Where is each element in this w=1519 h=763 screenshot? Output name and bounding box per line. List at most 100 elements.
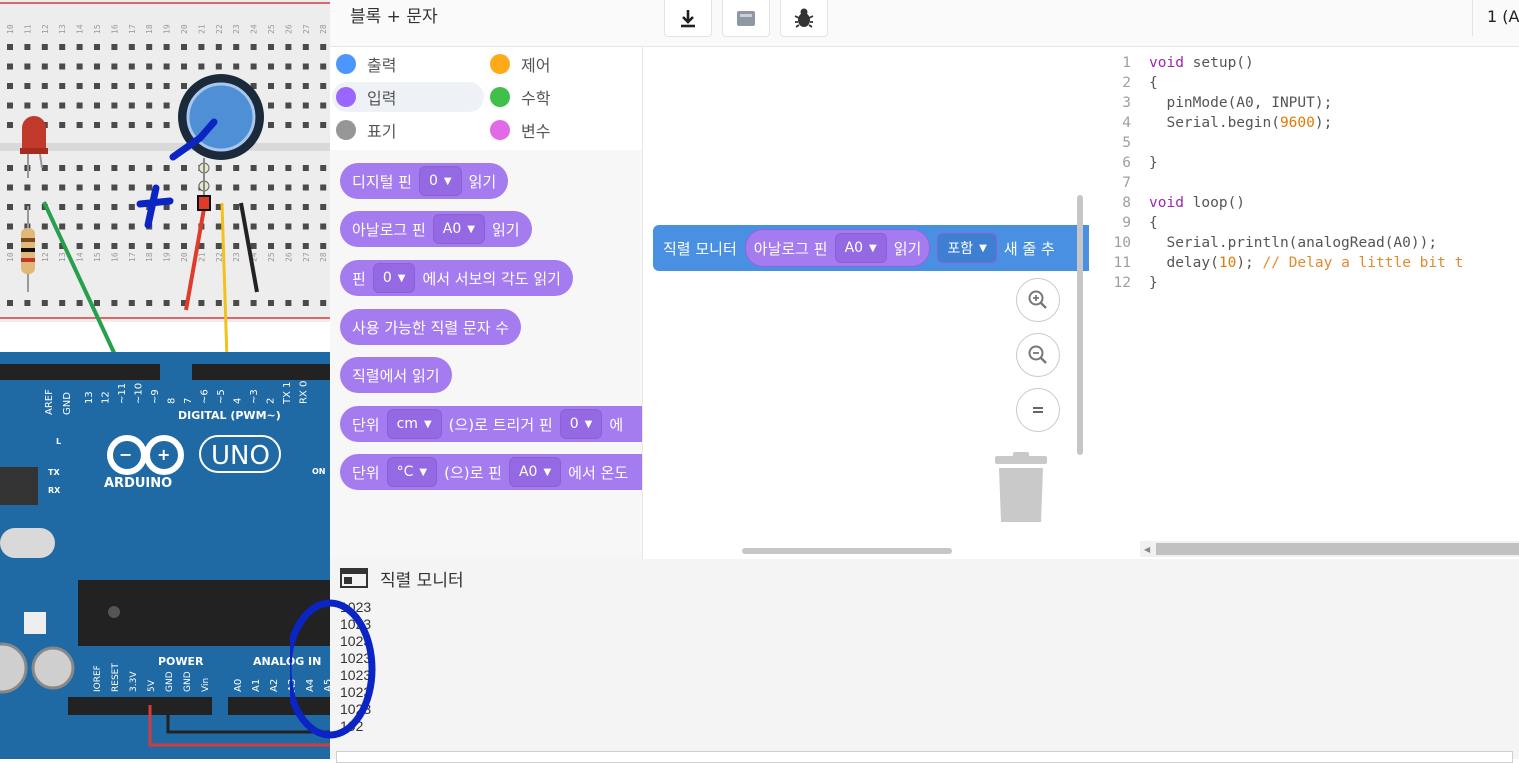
power-pin-label: GND <box>183 671 193 692</box>
breadboard-hole <box>76 102 83 109</box>
circuit-canvas[interactable]: 1011121314151617181920212223242526272829… <box>0 0 330 759</box>
breadboard-hole <box>24 63 31 70</box>
tx-label: TX <box>48 468 60 477</box>
breadboard-hole <box>111 223 118 230</box>
block-ultrasonic-read[interactable]: 단위 cm ▼ (으)로 트리거 핀 0 ▼ 에 <box>340 406 642 442</box>
breadboard-hole <box>285 223 292 230</box>
category-input[interactable]: 입력 <box>332 82 484 112</box>
power-pin-label: Vin <box>201 678 211 692</box>
breadboard-hole <box>163 300 170 306</box>
breadboard-hole <box>24 44 31 50</box>
breadboard-hole <box>320 63 327 70</box>
uno-text: UNO <box>211 441 270 471</box>
workspace-horizontal-scrollbar[interactable] <box>742 548 952 554</box>
workspace-vertical-scrollbar[interactable] <box>1077 195 1083 455</box>
breadboard-column-label: 18 <box>145 24 154 34</box>
breadboard-hole <box>111 102 118 109</box>
breadboard-column-label: 11 <box>23 24 32 34</box>
breadboard-hole <box>7 83 13 89</box>
analog-pin-label: A1 <box>251 679 262 692</box>
temp-pin-dropdown[interactable]: A0 ▼ <box>508 457 562 487</box>
breadboard-hole <box>198 44 205 50</box>
code-line[interactable]: Serial.begin(9600); <box>1149 115 1332 131</box>
code-horizontal-scrollbar[interactable]: ◀ <box>1140 541 1519 557</box>
pin-dropdown[interactable]: 0 ▼ <box>418 166 462 196</box>
block-serial-available[interactable]: 사용 가능한 직렬 문자 수 <box>340 309 522 345</box>
breadboard-hole <box>250 204 257 210</box>
breadboard-hole <box>198 63 205 70</box>
breadboard-hole <box>7 204 13 210</box>
digital-pin-label: ~6 <box>200 389 211 404</box>
category-math[interactable]: 수학 <box>486 82 638 112</box>
caret-down-icon: ▼ <box>443 175 452 187</box>
breadboard-hole <box>320 243 327 249</box>
breadboard-hole <box>302 83 309 89</box>
code-line[interactable]: delay(10); // Delay a little bit t <box>1149 255 1463 271</box>
zoom-in-button[interactable] <box>1016 278 1060 322</box>
breadboard-hole <box>163 83 170 89</box>
breadboard-hole <box>302 63 309 70</box>
notation-dot-icon <box>336 120 356 140</box>
breadboard-hole <box>111 300 118 306</box>
block-workspace[interactable]: 직렬 모니터 아날로그 핀 A0 ▼ 읽기 포함 ▼ 새 줄 추 <box>642 47 1090 559</box>
breadboard-hole <box>181 243 187 249</box>
temp-unit-dropdown[interactable]: °C ▼ <box>386 457 438 487</box>
block-analog-read[interactable]: 아날로그 핀 A0 ▼ 읽기 <box>340 211 532 247</box>
breadboard-hole <box>146 300 153 306</box>
breadboard-hole <box>76 243 83 249</box>
breadboard-hole <box>128 300 135 306</box>
category-output[interactable]: 출력 <box>332 49 484 79</box>
block-serial-print[interactable]: 직렬 모니터 아날로그 핀 A0 ▼ 읽기 포함 ▼ 새 줄 추 <box>653 225 1089 271</box>
trash-icon[interactable] <box>993 452 1049 524</box>
code-line[interactable]: } <box>1149 155 1158 171</box>
newline-mode-dropdown[interactable]: 포함 ▼ <box>937 233 997 263</box>
unit-dropdown[interactable]: cm ▼ <box>386 409 442 439</box>
analog-pin-dropdown[interactable]: A0 ▼ <box>432 214 485 244</box>
caret-down-icon: ▼ <box>419 466 428 478</box>
breadboard-hole <box>233 223 240 230</box>
breadboard-column-label: 20 <box>180 252 189 262</box>
servo-pin-dropdown[interactable]: 0 ▼ <box>372 263 416 293</box>
breadboard-hole <box>285 102 292 109</box>
code-line[interactable]: { <box>1149 75 1158 91</box>
category-control[interactable]: 제어 <box>486 49 638 79</box>
code-line[interactable]: void loop() <box>1149 195 1245 211</box>
block-analog-read-nested[interactable]: 아날로그 핀 A0 ▼ 읽기 <box>744 229 931 267</box>
zoom-reset-button[interactable] <box>1016 388 1060 432</box>
editor-mode-select[interactable]: 블록 + 문자 <box>340 0 448 36</box>
code-line[interactable]: Serial.println(analogRead(A0)); <box>1149 235 1437 251</box>
rx-label: RX <box>48 486 61 495</box>
code-line[interactable]: { <box>1149 215 1158 231</box>
breadboard-hole <box>302 223 309 230</box>
download-button[interactable] <box>664 0 712 37</box>
breadboard-hole <box>111 63 118 70</box>
breadboard-hole <box>285 83 292 89</box>
breadboard-column-label: 10 <box>6 252 15 262</box>
code-line[interactable]: void setup() <box>1149 55 1254 71</box>
breadboard-hole <box>111 122 118 128</box>
serial-input-field[interactable] <box>336 751 1513 763</box>
breadboard-hole <box>59 83 66 89</box>
breadboard-hole <box>268 184 274 191</box>
block-serial-read[interactable]: 직렬에서 읽기 <box>340 357 452 393</box>
category-notation[interactable]: 표기 <box>332 115 484 145</box>
code-editor[interactable]: 1 void setup() 2 {3 pinMode(A0, INPUT); 4 Se… <box>1089 47 1519 559</box>
trigger-pin-dropdown[interactable]: 0 ▼ <box>559 409 603 439</box>
breadboard-hole <box>285 204 292 210</box>
analog-pin-dropdown[interactable]: A0 ▼ <box>834 233 887 263</box>
code-line[interactable]: pinMode(A0, INPUT); <box>1149 95 1332 111</box>
block-servo-read[interactable]: 핀 0 ▼ 에서 서보의 각도 읽기 <box>340 260 573 296</box>
code-line[interactable]: } <box>1149 275 1158 291</box>
category-variables[interactable]: 변수 <box>486 115 638 145</box>
block-categories: 출력 제어 입력 수학 표기 변수 <box>330 47 642 149</box>
block-temperature-read[interactable]: 단위 °C ▼ (으)로 핀 A0 ▼ 에서 온도 <box>340 454 642 490</box>
serial-monitor-output[interactable]: 1023 1023 1023 1023 1023 1023 1023 102 <box>290 597 1519 759</box>
zoom-out-button[interactable] <box>1016 333 1060 377</box>
breadboard-column-label: 14 <box>76 24 85 34</box>
breadboard-hole <box>111 44 118 50</box>
components-button[interactable] <box>722 0 770 37</box>
board-select[interactable]: 1 (A <box>1472 0 1519 36</box>
scroll-left-arrow-icon[interactable]: ◀ <box>1144 545 1150 554</box>
debugger-button[interactable] <box>780 0 828 37</box>
block-digital-read[interactable]: 디지털 핀 0 ▼ 읽기 <box>340 163 509 199</box>
